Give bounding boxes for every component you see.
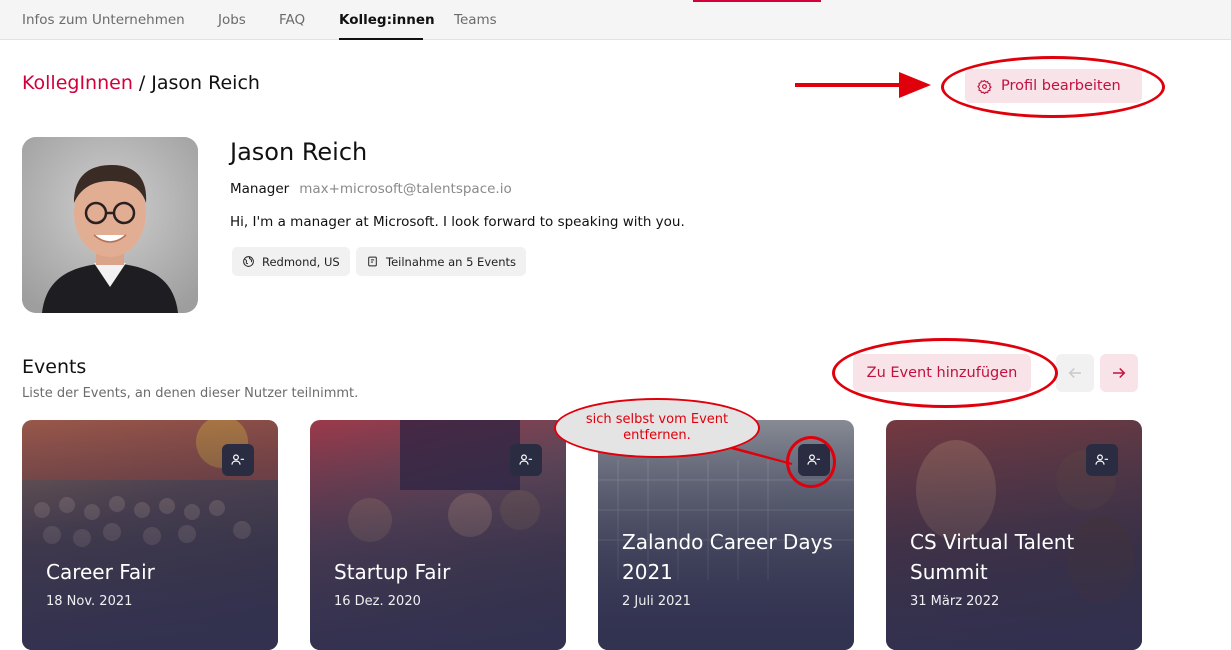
events-participation-chip: Teilnahme an 5 Events bbox=[356, 247, 526, 276]
location-label: Redmond, US bbox=[262, 254, 340, 269]
remove-self-from-event-button[interactable] bbox=[1086, 444, 1118, 476]
annotation-ellipse-add-event bbox=[832, 338, 1058, 408]
tab-colleagues[interactable]: Kolleg:innen bbox=[339, 12, 435, 28]
annotation-arrow bbox=[795, 72, 931, 98]
event-card-title: Zalando Career Days 2021 bbox=[622, 530, 833, 584]
tab-company-info[interactable]: Infos zum Unternehmen bbox=[22, 12, 185, 28]
calendar-icon bbox=[368, 256, 377, 267]
carousel-prev-button[interactable] bbox=[1056, 354, 1094, 392]
annotation-callout: sich selbst vom Event entfernen. bbox=[554, 398, 760, 458]
profile-name: Jason Reich bbox=[230, 138, 368, 166]
remove-self-from-event-button[interactable] bbox=[222, 444, 254, 476]
user-minus-icon bbox=[1095, 454, 1108, 465]
event-card-date: 31 März 2022 bbox=[910, 594, 1000, 609]
events-section-title: Events bbox=[22, 356, 87, 378]
tab-jobs[interactable]: Jobs bbox=[218, 12, 246, 28]
annotation-ellipse-edit-profile bbox=[941, 56, 1165, 118]
event-card-career-fair[interactable]: Career Fair 18 Nov. 2021 bbox=[22, 420, 278, 650]
tab-faq[interactable]: FAQ bbox=[279, 12, 305, 28]
event-card-cs-virtual-talent-summit[interactable]: CS Virtual Talent Summit 31 März 2022 bbox=[886, 420, 1142, 650]
arrow-left-icon bbox=[1068, 367, 1081, 379]
events-participation-label: Teilnahme an 5 Events bbox=[386, 254, 516, 269]
arrow-right-icon bbox=[1113, 367, 1126, 379]
profile-role-line: Manager max+microsoft@talentspace.io bbox=[230, 181, 512, 197]
event-card-startup-fair[interactable]: Startup Fair 16 Dez. 2020 bbox=[310, 420, 566, 650]
event-card-title: CS Virtual Talent Summit bbox=[910, 530, 1075, 584]
active-tab-indicator bbox=[339, 38, 423, 40]
tab-teams[interactable]: Teams bbox=[454, 12, 497, 28]
breadcrumb-current: Jason Reich bbox=[151, 72, 260, 94]
top-navigation: Infos zum Unternehmen Jobs FAQ Kolleg:in… bbox=[0, 0, 1231, 40]
avatar bbox=[22, 137, 198, 313]
event-card-date: 18 Nov. 2021 bbox=[46, 594, 133, 609]
user-minus-icon bbox=[231, 454, 244, 465]
carousel-next-button[interactable] bbox=[1100, 354, 1138, 392]
user-minus-icon bbox=[519, 454, 532, 465]
profile-bio: Hi, I'm a manager at Microsoft. I look f… bbox=[230, 214, 685, 230]
event-card-title: Career Fair bbox=[46, 560, 155, 584]
events-section-subtitle: Liste der Events, an denen dieser Nutzer… bbox=[22, 386, 359, 401]
event-card-date: 2 Juli 2021 bbox=[622, 594, 691, 609]
remove-self-from-event-button[interactable] bbox=[510, 444, 542, 476]
breadcrumb-link-colleagues[interactable]: KollegInnen bbox=[22, 72, 133, 94]
breadcrumb: KollegInnen / Jason Reich bbox=[22, 72, 260, 94]
globe-icon bbox=[243, 256, 254, 267]
profile-role: Manager bbox=[230, 181, 290, 197]
location-chip: Redmond, US bbox=[232, 247, 350, 276]
top-accent-line bbox=[693, 0, 821, 2]
breadcrumb-separator: / bbox=[138, 72, 146, 94]
event-card-date: 16 Dez. 2020 bbox=[334, 594, 421, 609]
event-card-title: Startup Fair bbox=[334, 560, 451, 584]
profile-email[interactable]: max+microsoft@talentspace.io bbox=[299, 181, 512, 197]
